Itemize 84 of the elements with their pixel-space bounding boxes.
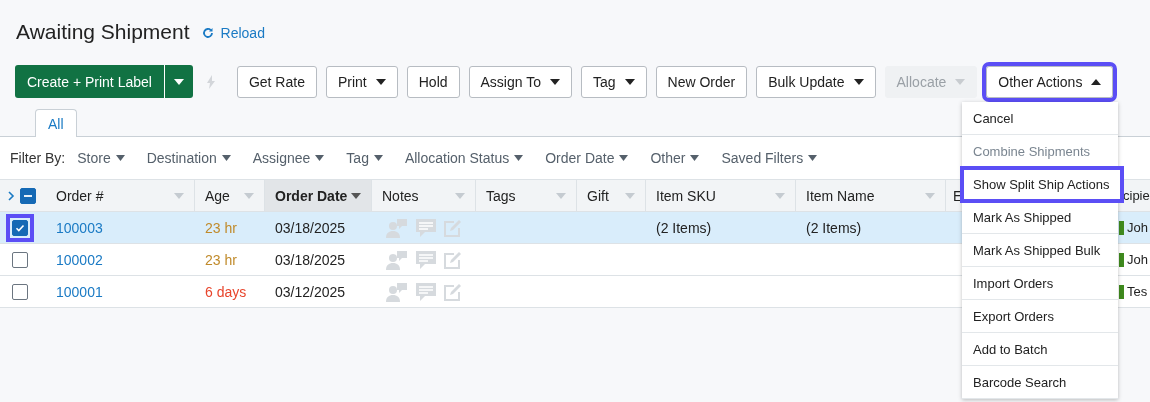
filter-dropdown[interactable]: Order Date bbox=[545, 150, 629, 166]
age-text: 23 hr bbox=[205, 219, 237, 236]
menu-item[interactable]: Mark As Shipped bbox=[962, 201, 1118, 234]
column-header[interactable]: Gift bbox=[577, 180, 646, 211]
caret-icon bbox=[690, 155, 700, 161]
column-header[interactable]: Tags bbox=[476, 180, 577, 211]
edit-icon[interactable] bbox=[444, 250, 462, 269]
filter-dropdown[interactable]: Saved Filters bbox=[721, 150, 818, 166]
sort-icon bbox=[625, 192, 635, 199]
filter-dropdown[interactable]: Store bbox=[77, 150, 125, 166]
item-sku-text: (2 Items) bbox=[656, 219, 712, 236]
caret-icon bbox=[373, 155, 383, 161]
menu-item[interactable]: Add to Batch bbox=[962, 333, 1118, 366]
tab[interactable]: All bbox=[35, 109, 77, 137]
minus-icon bbox=[24, 194, 32, 197]
sort-icon bbox=[775, 192, 785, 199]
menu-item[interactable]: Mark As Shipped Bulk bbox=[962, 234, 1118, 267]
person-chat-icon[interactable] bbox=[386, 249, 408, 270]
page-title: Awaiting Shipment bbox=[16, 20, 190, 44]
sort-icon bbox=[174, 192, 184, 199]
menu-item[interactable]: Import Orders bbox=[962, 267, 1118, 300]
toolbar-button[interactable]: Tag bbox=[581, 65, 647, 98]
age-text: 6 days bbox=[205, 283, 247, 300]
message-icon[interactable] bbox=[416, 282, 436, 301]
order-date-text: 03/18/2025 bbox=[275, 251, 346, 268]
column-header[interactable]: Item SKU bbox=[646, 180, 796, 211]
expand-icon[interactable] bbox=[8, 190, 15, 201]
toolbar-button[interactable]: Assign To bbox=[468, 65, 572, 98]
order-date-text: 03/12/2025 bbox=[275, 283, 346, 300]
person-chat-icon[interactable] bbox=[386, 217, 408, 238]
item-name-text: (2 Items) bbox=[806, 219, 862, 236]
select-all-checkbox[interactable] bbox=[20, 187, 36, 204]
filter-dropdown[interactable]: Assignee bbox=[252, 150, 325, 166]
toolbar-button[interactable]: Hold bbox=[406, 65, 460, 98]
toolbar-button[interactable]: New Order bbox=[655, 65, 748, 98]
filter-dropdown[interactable]: Allocation Status bbox=[404, 150, 524, 166]
filter-dropdown[interactable]: Tag bbox=[346, 150, 383, 166]
filter-label: Filter By: bbox=[10, 150, 66, 166]
menu-item[interactable]: Export Orders bbox=[962, 300, 1118, 333]
caret-icon bbox=[514, 155, 524, 161]
caret-icon bbox=[115, 155, 125, 161]
message-icon[interactable] bbox=[416, 250, 436, 269]
order-number-link[interactable]: 100002 bbox=[56, 251, 103, 268]
recipient-text: Tes bbox=[1127, 284, 1148, 299]
order-date-text: 03/18/2025 bbox=[275, 219, 346, 236]
edit-icon[interactable] bbox=[444, 282, 462, 301]
filter-dropdown[interactable]: Other bbox=[650, 150, 700, 166]
row-checkbox[interactable] bbox=[12, 251, 28, 268]
recipient-text: Joh bbox=[1127, 252, 1148, 267]
caret-icon bbox=[221, 155, 231, 161]
message-icon[interactable] bbox=[416, 218, 436, 237]
recipient-text: Joh bbox=[1127, 220, 1148, 235]
reload-link[interactable]: Reload bbox=[201, 25, 265, 41]
sort-icon bbox=[455, 192, 465, 199]
sort-icon bbox=[556, 192, 566, 199]
create-print-label-button[interactable]: Create + Print Label bbox=[15, 65, 164, 98]
menu-item[interactable]: Cancel bbox=[962, 102, 1118, 135]
person-chat-icon[interactable] bbox=[386, 281, 408, 302]
lightning-icon bbox=[205, 74, 216, 89]
sort-icon bbox=[351, 192, 361, 199]
order-number-link[interactable]: 100001 bbox=[56, 283, 103, 300]
menu-item[interactable]: Show Split Ship Actions bbox=[962, 168, 1122, 201]
toolbar-button[interactable]: Print bbox=[325, 65, 398, 98]
toolbar-button[interactable]: Get Rate bbox=[236, 65, 317, 98]
sort-icon bbox=[244, 192, 254, 199]
column-header[interactable]: Order # bbox=[46, 180, 195, 211]
caret-icon bbox=[173, 78, 184, 85]
menu-item[interactable]: Barcode Search bbox=[962, 366, 1118, 399]
column-header[interactable]: Item Name bbox=[796, 180, 946, 211]
row-checkbox[interactable] bbox=[12, 283, 28, 300]
reload-icon bbox=[201, 27, 214, 39]
edit-icon[interactable] bbox=[444, 218, 462, 237]
dropdown-button[interactable] bbox=[163, 65, 193, 98]
column-header[interactable]: Notes bbox=[372, 180, 476, 211]
toolbar-button[interactable]: Bulk Update bbox=[756, 65, 876, 98]
filter-dropdown[interactable]: Destination bbox=[146, 150, 231, 166]
caret-icon bbox=[619, 155, 629, 161]
row-checkbox[interactable] bbox=[12, 219, 28, 236]
column-header[interactable]: Order Date bbox=[265, 180, 372, 211]
order-number-link[interactable]: 100003 bbox=[56, 219, 103, 236]
age-text: 23 hr bbox=[205, 251, 237, 268]
caret-icon bbox=[808, 155, 818, 161]
caret-icon bbox=[315, 155, 325, 161]
sort-icon bbox=[925, 192, 935, 199]
